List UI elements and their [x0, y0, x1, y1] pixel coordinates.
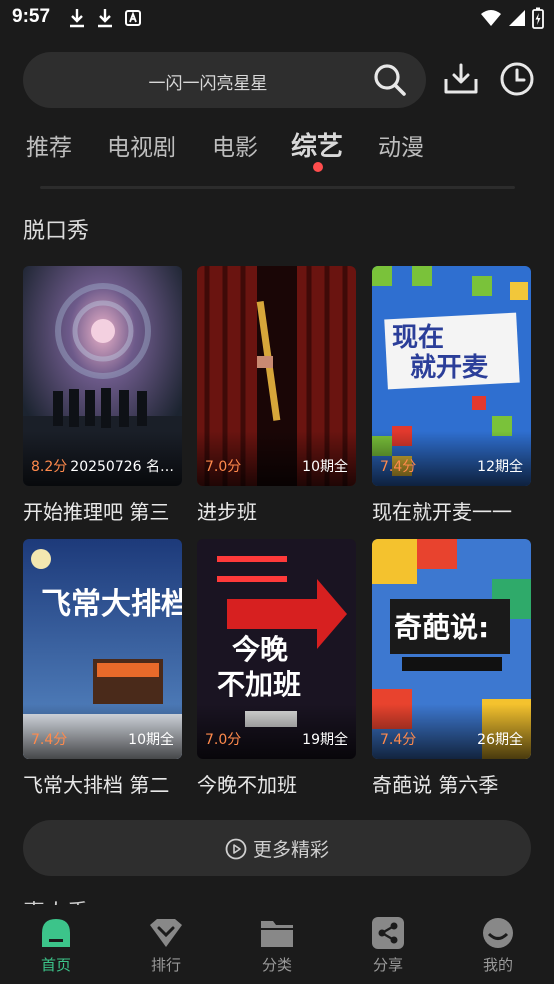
poster-image: 今晚 不加班 7.0分 19期全: [197, 539, 356, 759]
download-icon[interactable]: [443, 61, 479, 97]
history-icon[interactable]: [499, 61, 535, 97]
system-icons: [480, 7, 544, 29]
rating-score: 7.0分: [205, 732, 242, 748]
show-card[interactable]: 7.0分 10期全 进步班: [197, 266, 356, 525]
rating-score: 7.4分: [31, 732, 68, 748]
notification-icons: [68, 8, 142, 28]
show-card[interactable]: 飞常大排档 7.4分 10期全 飞常大排档 第二: [23, 539, 182, 798]
more-content-label: 更多精彩: [252, 839, 329, 861]
search-placeholder: 一闪一闪亮星星: [148, 74, 268, 94]
episode-info: 26期全: [477, 732, 523, 748]
tab-tv-series[interactable]: 电视剧: [107, 128, 176, 162]
episode-info: 10期全: [302, 459, 348, 475]
nav-category[interactable]: 分类: [237, 917, 317, 975]
svg-text:现在: 现在: [392, 323, 444, 353]
rating-score: 7.4分: [380, 732, 417, 748]
search-icon[interactable]: [372, 62, 408, 98]
show-title: 今晚不加班: [197, 773, 297, 797]
svg-text:飞常大排档: 飞常大排档: [41, 587, 182, 622]
nav-share[interactable]: 分享: [348, 917, 428, 975]
play-circle-icon: [225, 838, 247, 860]
tab-recommend[interactable]: 推荐: [26, 128, 72, 162]
status-time: 9:57: [12, 6, 51, 27]
rating-score: 8.2分: [31, 459, 68, 475]
home-icon: [42, 919, 70, 947]
show-title: 进步班: [197, 500, 257, 524]
episode-info: 10期全: [128, 732, 174, 748]
battery-icon: [532, 7, 544, 29]
poster-image: 飞常大排档 7.4分 10期全: [23, 539, 182, 759]
show-title: 奇葩说 第六季: [372, 773, 499, 797]
divider: [40, 186, 515, 189]
rating-score: 7.4分: [380, 459, 417, 475]
ranking-heart-icon: [150, 919, 182, 947]
nav-label: 排行: [150, 956, 181, 974]
episode-info: 12期全: [477, 459, 523, 475]
nav-ranking[interactable]: 排行: [126, 917, 206, 975]
show-card[interactable]: 奇葩说: 7.4分 26期全 奇葩说 第六季: [372, 539, 531, 798]
show-title: 现在就开麦一一: [372, 500, 512, 524]
download-notification-icon: [98, 9, 112, 28]
svg-text:不加班: 不加班: [217, 668, 301, 701]
svg-text:今晚: 今晚: [232, 633, 288, 666]
show-title: 开始推理吧 第三: [23, 500, 170, 524]
show-title: 飞常大排档 第二: [23, 773, 170, 797]
nav-label: 分类: [261, 956, 292, 974]
poster-image: 8.2分 20250726 名…: [23, 266, 182, 486]
svg-text:奇葩说:: 奇葩说:: [394, 611, 489, 644]
rating-score: 7.0分: [205, 459, 242, 475]
app-notification-icon: [125, 10, 141, 26]
show-card[interactable]: 现在 就开麦 7.4分 12期全 现在就开麦一一: [372, 266, 531, 525]
download-notification-icon: [70, 9, 84, 28]
nav-label: 我的: [482, 956, 513, 974]
profile-icon: [483, 918, 513, 948]
more-content-button[interactable]: 更多精彩: [23, 820, 531, 876]
episode-info: 19期全: [302, 732, 348, 748]
tab-anime[interactable]: 动漫: [378, 128, 424, 162]
nav-home[interactable]: 首页: [16, 917, 96, 975]
status-bar: 9:57: [0, 0, 554, 36]
bottom-nav: 首页 排行 分类 分享 我的: [0, 905, 554, 984]
wifi-icon: [481, 10, 501, 26]
signal-icon: [509, 10, 525, 26]
svg-text:就开麦: 就开麦: [410, 353, 489, 383]
poster-image: 奇葩说: 7.4分 26期全: [372, 539, 531, 759]
folder-icon: [261, 921, 293, 947]
nav-label: 分享: [372, 956, 403, 974]
show-card[interactable]: 今晚 不加班 7.0分 19期全 今晚不加班: [197, 539, 356, 798]
active-tab-indicator: [313, 162, 323, 172]
section-title: 脱口秀: [23, 219, 90, 244]
tab-variety[interactable]: 综艺: [291, 126, 343, 163]
share-icon: [372, 917, 404, 949]
nav-label: 首页: [40, 956, 71, 974]
tab-movies[interactable]: 电影: [212, 128, 258, 162]
poster-image: 7.0分 10期全: [197, 266, 356, 486]
search-bar[interactable]: 一闪一闪亮星星: [23, 52, 426, 108]
show-card[interactable]: 8.2分 20250726 名… 开始推理吧 第三: [23, 266, 182, 525]
more-content-row: 更多精彩: [23, 835, 531, 862]
episode-info: 20250726 名…: [70, 459, 174, 475]
poster-image: 现在 就开麦 7.4分 12期全: [372, 266, 531, 486]
nav-profile[interactable]: 我的: [458, 917, 538, 975]
category-tabs: 推荐 电视剧 电影 综艺 动漫: [0, 128, 554, 178]
